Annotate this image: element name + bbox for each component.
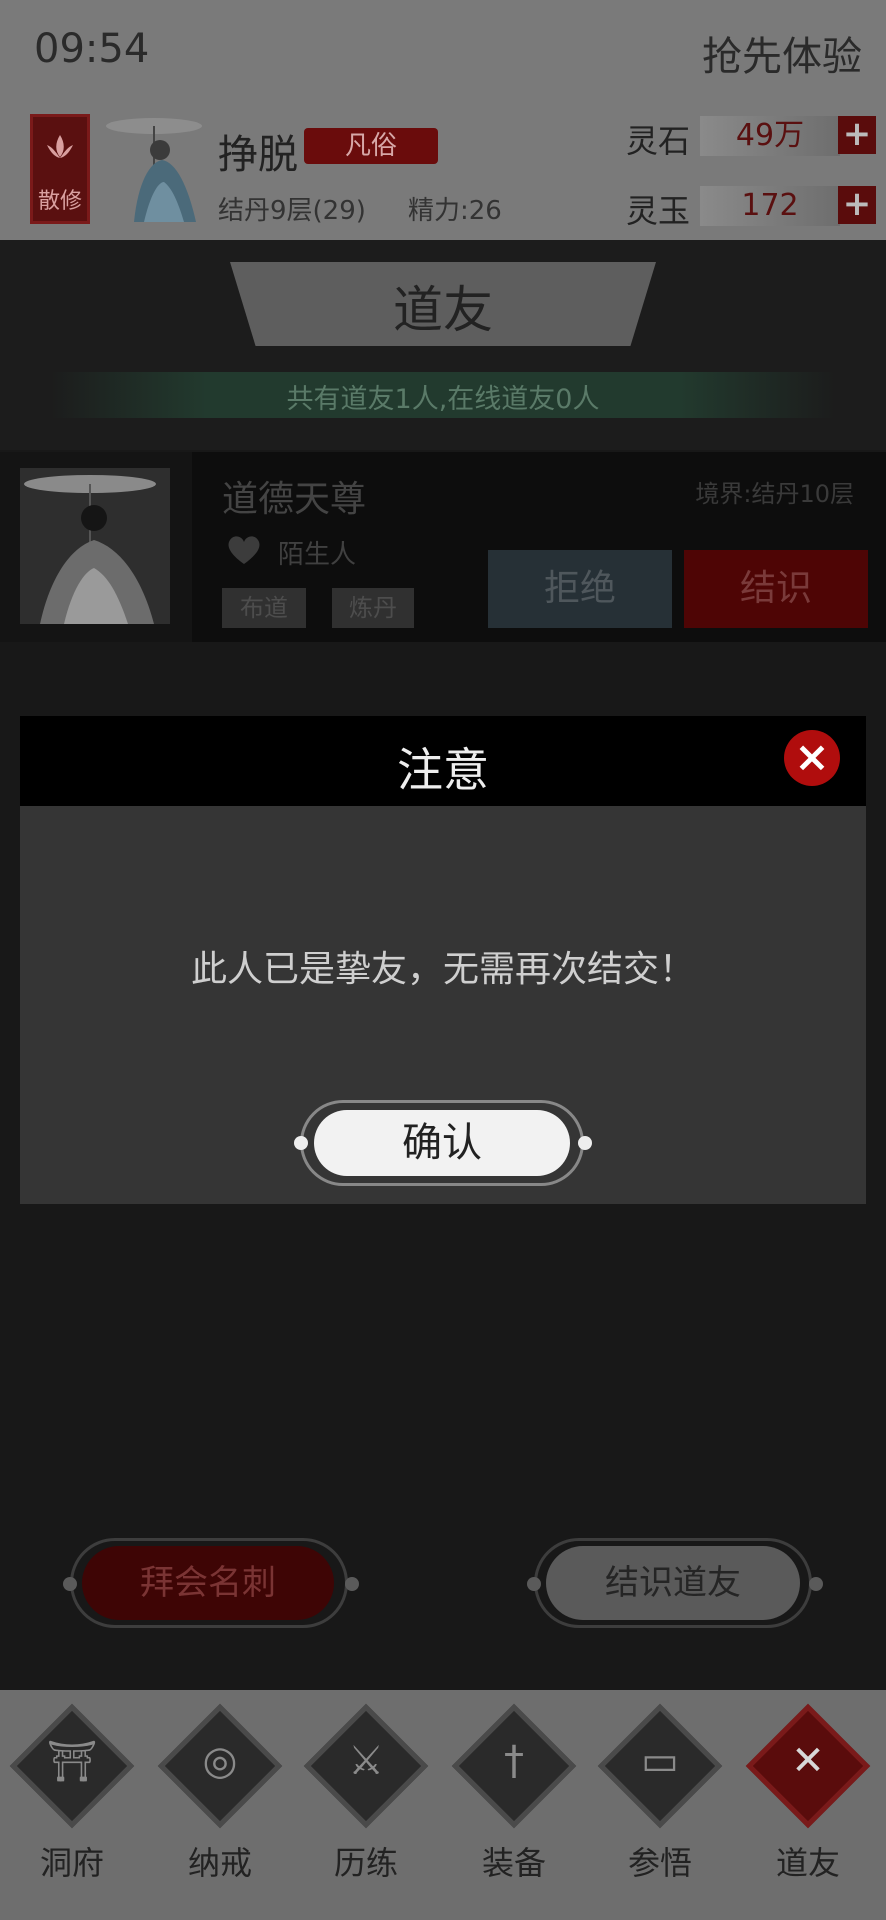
ornament-dot xyxy=(294,1136,308,1150)
ring-icon: ◎ xyxy=(202,1738,238,1784)
ornament-dot xyxy=(578,1136,592,1150)
sect-label: 散修 xyxy=(37,189,82,214)
tab-label: 道友 xyxy=(775,1844,840,1882)
friend-avatar[interactable] xyxy=(20,468,170,624)
status-time: 09:54 xyxy=(34,26,150,72)
lotus-icon xyxy=(47,135,73,158)
ornament-dot xyxy=(527,1577,541,1591)
friend-name: 道德天尊 xyxy=(222,479,367,520)
tab-label: 参悟 xyxy=(627,1844,692,1882)
tab-label: 洞府 xyxy=(39,1844,104,1882)
early-access-label[interactable]: 抢先体验 xyxy=(702,24,862,82)
cultivation-level: 结丹9层(29) xyxy=(218,196,366,226)
reject-button[interactable]: 拒绝 xyxy=(488,550,672,628)
tag-alchemy: 炼丹 xyxy=(332,588,414,628)
spirit-stone-label: 灵石 xyxy=(626,122,691,160)
crossed-swords-icon: ⚔ xyxy=(348,1738,384,1784)
tab-friends[interactable]: ✕ 道友 xyxy=(744,1703,874,1900)
relation-status: 陌生人 xyxy=(278,540,357,570)
tag-preach: 布道 xyxy=(222,588,306,628)
add-spirit-stone-button[interactable]: + xyxy=(838,116,876,154)
ornament-dot xyxy=(345,1577,359,1591)
meet-friend-button[interactable]: 结识道友 xyxy=(546,1546,800,1620)
tab-label: 历练 xyxy=(333,1844,398,1882)
tab-ring[interactable]: ◎ 纳戒 xyxy=(156,1703,286,1900)
spirit-jade-value: 172 xyxy=(700,186,840,226)
ornament-dot xyxy=(63,1577,77,1591)
rank-badge: 凡俗 xyxy=(304,128,438,164)
tab-label: 纳戒 xyxy=(187,1844,252,1882)
spirit-stone-value: 49万 xyxy=(700,116,840,156)
player-avatar[interactable] xyxy=(104,112,210,226)
modal-title: 注意 xyxy=(397,743,489,797)
tab-comprehend[interactable]: ▭ 参悟 xyxy=(596,1703,726,1900)
page-title: 道友 xyxy=(393,281,493,339)
friend-realm: 境界:结丹10层 xyxy=(695,480,854,508)
tab-equipment[interactable]: † 装备 xyxy=(450,1703,580,1900)
tab-cave[interactable]: ⛩ 洞府 xyxy=(8,1703,138,1900)
sect-badge[interactable]: 散修 xyxy=(30,114,90,224)
friend-summary: 共有道友1人,在线道友0人 xyxy=(286,384,600,415)
confirm-button[interactable]: 确认 xyxy=(314,1110,570,1176)
book-icon: ▭ xyxy=(641,1738,679,1784)
close-icon[interactable]: × xyxy=(784,730,840,786)
befriend-button[interactable]: 结识 xyxy=(684,550,868,628)
tab-training[interactable]: ⚔ 历练 xyxy=(302,1703,432,1900)
heart-icon xyxy=(228,536,260,564)
close-x-icon: ✕ xyxy=(791,1738,825,1784)
ornament-dot xyxy=(809,1577,823,1591)
modal-message: 此人已是挚友，无需再次结交！ xyxy=(190,949,695,990)
energy-value: 精力:26 xyxy=(408,196,502,226)
dagger-icon: † xyxy=(504,1738,524,1784)
add-spirit-jade-button[interactable]: + xyxy=(838,186,876,224)
spirit-jade-label: 灵玉 xyxy=(626,192,691,230)
tab-label: 装备 xyxy=(481,1844,546,1882)
gate-icon: ⛩ xyxy=(46,1739,98,1785)
player-name: 挣脱 xyxy=(218,132,298,178)
visit-card-button[interactable]: 拜会名刺 xyxy=(82,1546,334,1620)
